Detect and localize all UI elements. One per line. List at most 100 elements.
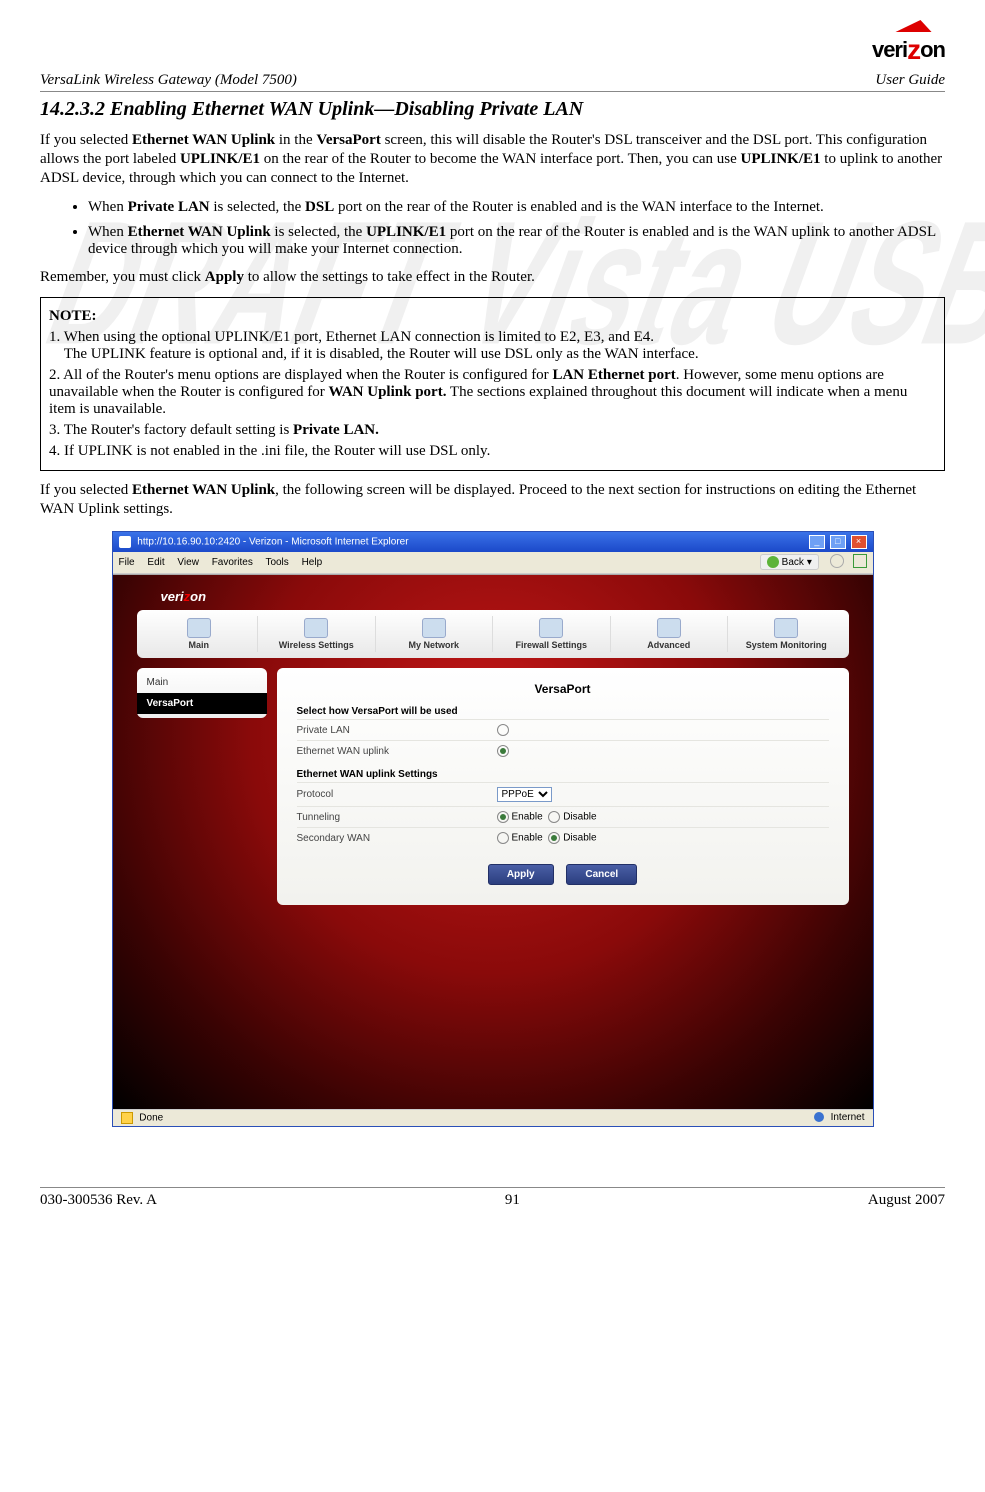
back-icon (767, 556, 779, 568)
label-ethernet-wan: Ethernet WAN uplink (297, 746, 497, 757)
text-bold: Ethernet WAN Uplink (132, 132, 275, 148)
label-disable: Disable (563, 833, 596, 844)
text-bold: Ethernet WAN Uplink (132, 482, 275, 498)
sidebar-item-main[interactable]: Main (137, 672, 267, 693)
label-tunneling: Tunneling (297, 812, 497, 823)
router-page: verizon Main Wireless Settings My Networ… (113, 575, 873, 1109)
back-label: Back (782, 557, 804, 568)
back-button[interactable]: Back ▾ (760, 554, 819, 570)
label-enable: Enable (512, 833, 543, 844)
status-right: Internet (831, 1112, 865, 1123)
text: 2. All of the Router's menu options are … (49, 367, 552, 383)
toolbar-right: Back ▾ (760, 554, 867, 571)
nav-main[interactable]: Main (141, 616, 258, 652)
menu-help[interactable]: Help (302, 557, 323, 568)
text: 1. When using the optional UPLINK/E1 por… (49, 329, 654, 345)
label-secondary-wan: Secondary WAN (297, 833, 497, 844)
nav-firewall[interactable]: Firewall Settings (492, 616, 610, 652)
label-protocol: Protocol (297, 789, 497, 800)
text: When (88, 199, 128, 215)
text-bold: UPLINK/E1 (180, 151, 260, 167)
stop-icon[interactable] (830, 554, 844, 568)
apply-button[interactable]: Apply (488, 864, 554, 885)
text: is selected, the (271, 224, 366, 240)
nav-mynetwork[interactable]: My Network (375, 616, 493, 652)
nav-wireless[interactable]: Wireless Settings (257, 616, 375, 652)
paragraph-2: Remember, you must click Apply to allow … (40, 268, 945, 287)
internet-icon (814, 1112, 824, 1122)
group-title: Select how VersaPort will be used (297, 706, 829, 717)
section-heading: 14.2.3.2 Enabling Ethernet WAN Uplink—Di… (40, 98, 945, 121)
nav-label: Advanced (615, 640, 724, 650)
text-bold: Private LAN (128, 199, 210, 215)
note-item: 3. The Router's factory default setting … (49, 422, 936, 439)
sidebar: Main VersaPort (137, 668, 267, 718)
nav-label: System Monitoring (732, 640, 841, 650)
advanced-icon (657, 618, 681, 638)
maximize-button[interactable]: □ (830, 535, 846, 549)
firewall-icon (539, 618, 563, 638)
text: port on the rear of the Router is enable… (334, 199, 824, 215)
nav-advanced[interactable]: Advanced (610, 616, 728, 652)
menu-tools[interactable]: Tools (265, 557, 288, 568)
label-private-lan: Private LAN (297, 725, 497, 736)
radio-secwan-enable[interactable] (497, 832, 509, 844)
radio-tunnel-disable[interactable] (548, 811, 560, 823)
text-bold: UPLINK/E1 (741, 151, 821, 167)
text: Remember, you must click (40, 269, 205, 285)
wireless-icon (304, 618, 328, 638)
bullet-list: When Private LAN is selected, the DSL po… (88, 199, 945, 258)
close-button[interactable]: × (851, 535, 867, 549)
menu-view[interactable]: View (177, 557, 199, 568)
nav-label: Firewall Settings (497, 640, 606, 650)
network-icon (422, 618, 446, 638)
radio-secwan-disable[interactable] (548, 832, 560, 844)
text: in the (275, 132, 316, 148)
header-left: VersaLink Wireless Gateway (Model 7500) (40, 72, 297, 89)
refresh-icon[interactable] (853, 554, 867, 568)
radio-ethernet-wan[interactable] (497, 745, 509, 757)
menu-favorites[interactable]: Favorites (212, 557, 253, 568)
ie-icon (119, 536, 131, 548)
note-item: 4. If UPLINK is not enabled in the .ini … (49, 443, 936, 460)
note-item: 2. All of the Router's menu options are … (49, 367, 936, 418)
nav-label: My Network (380, 640, 489, 650)
menu-file[interactable]: File (119, 557, 135, 568)
text-bold: UPLINK/E1 (366, 224, 446, 240)
footer-right: August 2007 (868, 1192, 945, 1209)
sidebar-item-versaport[interactable]: VersaPort (137, 693, 267, 714)
row-private-lan: Private LAN (297, 719, 829, 740)
label-enable: Enable (512, 812, 543, 823)
text-bold: WAN Uplink port. (329, 384, 447, 400)
group-title: Ethernet WAN uplink Settings (297, 769, 829, 780)
menu-items: File Edit View Favorites Tools Help (119, 557, 333, 568)
status-bar: Done Internet (113, 1109, 873, 1126)
text-bold: LAN Ethernet port (552, 367, 675, 383)
page-header: VersaLink Wireless Gateway (Model 7500) … (40, 72, 945, 92)
monitor-icon (774, 618, 798, 638)
text: is selected, the (210, 199, 305, 215)
row-secondary-wan: Secondary WAN Enable Disable (297, 827, 829, 848)
radio-tunnel-enable[interactable] (497, 811, 509, 823)
select-protocol[interactable]: PPPoE (497, 787, 552, 802)
nav-monitoring[interactable]: System Monitoring (727, 616, 845, 652)
list-item: When Ethernet WAN Uplink is selected, th… (88, 224, 945, 258)
window-buttons: _ □ × (807, 535, 867, 549)
footer-page: 91 (505, 1192, 520, 1209)
label-disable: Disable (563, 812, 596, 823)
paragraph-3: If you selected Ethernet WAN Uplink, the… (40, 481, 945, 519)
text: The UPLINK feature is optional and, if i… (49, 346, 699, 362)
cancel-button[interactable]: Cancel (566, 864, 637, 885)
header-right: User Guide (875, 72, 945, 89)
text-bold: VersaPort (316, 132, 380, 148)
status-left: Done (139, 1113, 163, 1124)
text: 3. The Router's factory default setting … (49, 422, 293, 438)
menu-edit[interactable]: Edit (147, 557, 164, 568)
main-panel: VersaPort Select how VersaPort will be u… (277, 668, 849, 905)
browser-menubar: File Edit View Favorites Tools Help Back… (113, 552, 873, 574)
text: If you selected (40, 132, 132, 148)
browser-window: http://10.16.90.10:2420 - Verizon - Micr… (112, 531, 874, 1127)
top-nav: Main Wireless Settings My Network Firewa… (137, 610, 849, 658)
radio-private-lan[interactable] (497, 724, 509, 736)
minimize-button[interactable]: _ (809, 535, 825, 549)
